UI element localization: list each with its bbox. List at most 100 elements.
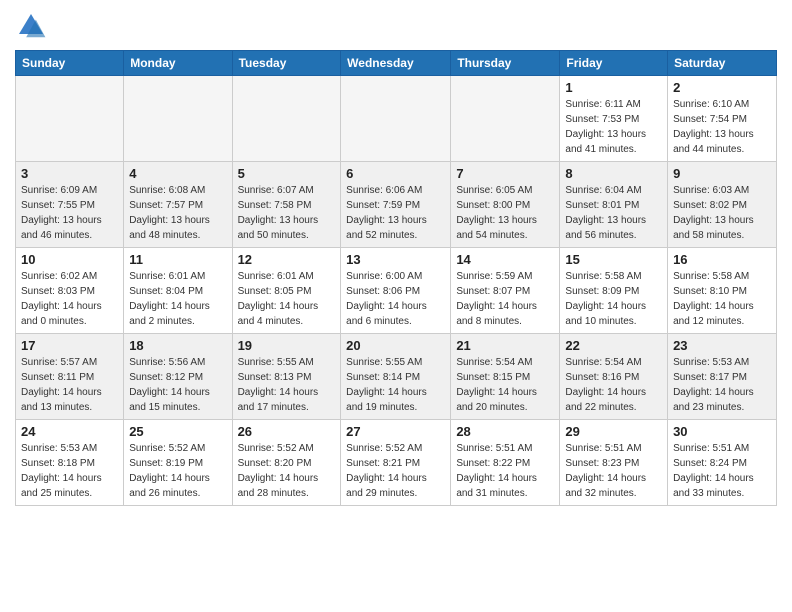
day-info: and 50 minutes.	[238, 228, 336, 243]
day-info: and 0 minutes.	[21, 314, 118, 329]
day-number: 21	[456, 338, 554, 353]
day-info: and 2 minutes.	[129, 314, 226, 329]
day-info: Sunrise: 6:06 AM	[346, 183, 445, 198]
day-info: Daylight: 13 hours	[238, 213, 336, 228]
weekday-header-wednesday: Wednesday	[341, 51, 451, 76]
day-info: Daylight: 14 hours	[456, 299, 554, 314]
day-info: Sunset: 8:12 PM	[129, 370, 226, 385]
day-info: Daylight: 14 hours	[238, 299, 336, 314]
day-info: Sunset: 8:03 PM	[21, 284, 118, 299]
calendar-cell	[16, 76, 124, 162]
day-info: Sunrise: 5:56 AM	[129, 355, 226, 370]
day-info: Sunrise: 6:03 AM	[673, 183, 771, 198]
day-info: and 17 minutes.	[238, 400, 336, 415]
calendar-table: SundayMondayTuesdayWednesdayThursdayFrid…	[15, 50, 777, 506]
day-info: Sunrise: 6:01 AM	[129, 269, 226, 284]
day-info: Daylight: 14 hours	[456, 471, 554, 486]
day-info: Sunset: 8:19 PM	[129, 456, 226, 471]
day-info: and 52 minutes.	[346, 228, 445, 243]
day-info: Sunrise: 6:05 AM	[456, 183, 554, 198]
calendar-cell: 22Sunrise: 5:54 AMSunset: 8:16 PMDayligh…	[560, 334, 668, 420]
day-info: and 23 minutes.	[673, 400, 771, 415]
day-number: 27	[346, 424, 445, 439]
day-info: Sunrise: 5:52 AM	[238, 441, 336, 456]
weekday-header-saturday: Saturday	[668, 51, 777, 76]
calendar-cell: 17Sunrise: 5:57 AMSunset: 8:11 PMDayligh…	[16, 334, 124, 420]
day-info: and 19 minutes.	[346, 400, 445, 415]
day-info: and 44 minutes.	[673, 142, 771, 157]
day-info: and 20 minutes.	[456, 400, 554, 415]
day-info: Sunrise: 5:55 AM	[238, 355, 336, 370]
day-info: Daylight: 14 hours	[238, 471, 336, 486]
day-info: Sunrise: 5:52 AM	[346, 441, 445, 456]
day-info: Daylight: 13 hours	[456, 213, 554, 228]
calendar-cell: 3Sunrise: 6:09 AMSunset: 7:55 PMDaylight…	[16, 162, 124, 248]
day-number: 10	[21, 252, 118, 267]
day-info: Sunrise: 5:53 AM	[21, 441, 118, 456]
day-info: and 56 minutes.	[565, 228, 662, 243]
day-info: Sunset: 7:57 PM	[129, 198, 226, 213]
calendar-cell: 2Sunrise: 6:10 AMSunset: 7:54 PMDaylight…	[668, 76, 777, 162]
day-info: Daylight: 13 hours	[565, 213, 662, 228]
calendar-cell: 10Sunrise: 6:02 AMSunset: 8:03 PMDayligh…	[16, 248, 124, 334]
calendar-week-4: 24Sunrise: 5:53 AMSunset: 8:18 PMDayligh…	[16, 420, 777, 506]
day-info: Sunset: 8:20 PM	[238, 456, 336, 471]
day-number: 11	[129, 252, 226, 267]
calendar-cell: 19Sunrise: 5:55 AMSunset: 8:13 PMDayligh…	[232, 334, 341, 420]
day-info: Daylight: 14 hours	[21, 299, 118, 314]
day-info: Sunset: 7:59 PM	[346, 198, 445, 213]
calendar-cell: 11Sunrise: 6:01 AMSunset: 8:04 PMDayligh…	[124, 248, 232, 334]
day-info: and 48 minutes.	[129, 228, 226, 243]
calendar-cell	[451, 76, 560, 162]
header	[15, 10, 777, 42]
day-number: 24	[21, 424, 118, 439]
day-info: Daylight: 13 hours	[673, 213, 771, 228]
day-number: 22	[565, 338, 662, 353]
day-info: and 13 minutes.	[21, 400, 118, 415]
calendar-header-row: SundayMondayTuesdayWednesdayThursdayFrid…	[16, 51, 777, 76]
calendar-cell: 23Sunrise: 5:53 AMSunset: 8:17 PMDayligh…	[668, 334, 777, 420]
day-info: Daylight: 14 hours	[238, 385, 336, 400]
day-info: Sunrise: 6:07 AM	[238, 183, 336, 198]
calendar-cell: 27Sunrise: 5:52 AMSunset: 8:21 PMDayligh…	[341, 420, 451, 506]
day-info: Sunrise: 5:58 AM	[565, 269, 662, 284]
day-info: Sunset: 8:01 PM	[565, 198, 662, 213]
calendar-week-3: 17Sunrise: 5:57 AMSunset: 8:11 PMDayligh…	[16, 334, 777, 420]
day-info: Sunset: 8:23 PM	[565, 456, 662, 471]
day-info: Sunset: 8:09 PM	[565, 284, 662, 299]
day-info: Daylight: 14 hours	[565, 471, 662, 486]
day-number: 14	[456, 252, 554, 267]
day-info: Sunrise: 5:54 AM	[456, 355, 554, 370]
calendar-cell: 15Sunrise: 5:58 AMSunset: 8:09 PMDayligh…	[560, 248, 668, 334]
day-info: Daylight: 14 hours	[129, 299, 226, 314]
day-info: Sunset: 8:22 PM	[456, 456, 554, 471]
day-info: and 26 minutes.	[129, 486, 226, 501]
day-info: Sunrise: 5:54 AM	[565, 355, 662, 370]
day-info: Sunrise: 5:51 AM	[565, 441, 662, 456]
day-number: 25	[129, 424, 226, 439]
day-info: and 8 minutes.	[456, 314, 554, 329]
day-number: 18	[129, 338, 226, 353]
calendar-cell: 28Sunrise: 5:51 AMSunset: 8:22 PMDayligh…	[451, 420, 560, 506]
day-info: and 25 minutes.	[21, 486, 118, 501]
day-number: 23	[673, 338, 771, 353]
day-info: Sunset: 8:17 PM	[673, 370, 771, 385]
weekday-header-thursday: Thursday	[451, 51, 560, 76]
day-info: and 28 minutes.	[238, 486, 336, 501]
day-number: 29	[565, 424, 662, 439]
day-info: Sunset: 8:21 PM	[346, 456, 445, 471]
calendar-cell	[124, 76, 232, 162]
day-info: Sunrise: 6:11 AM	[565, 97, 662, 112]
day-info: Sunset: 8:10 PM	[673, 284, 771, 299]
day-number: 4	[129, 166, 226, 181]
day-info: and 54 minutes.	[456, 228, 554, 243]
calendar-cell: 25Sunrise: 5:52 AMSunset: 8:19 PMDayligh…	[124, 420, 232, 506]
logo	[15, 10, 51, 42]
day-info: Sunrise: 6:00 AM	[346, 269, 445, 284]
day-info: Sunrise: 5:59 AM	[456, 269, 554, 284]
day-info: Daylight: 13 hours	[129, 213, 226, 228]
day-info: and 15 minutes.	[129, 400, 226, 415]
day-info: and 10 minutes.	[565, 314, 662, 329]
day-info: Daylight: 14 hours	[21, 385, 118, 400]
day-info: Sunrise: 5:52 AM	[129, 441, 226, 456]
